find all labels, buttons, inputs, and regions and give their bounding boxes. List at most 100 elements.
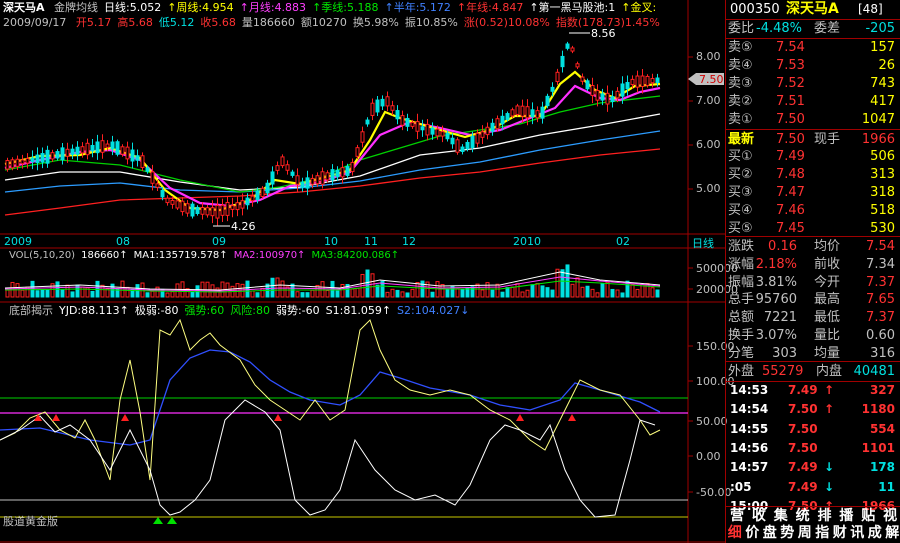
sell-price: 7.51 xyxy=(776,94,805,109)
candle-body xyxy=(495,118,500,130)
candle-body xyxy=(80,146,85,154)
volume-bar xyxy=(550,289,555,298)
function-tab[interactable]: 成 xyxy=(866,524,884,542)
candle-body xyxy=(230,205,235,210)
volume-bar xyxy=(310,289,315,298)
stat-label: 涨跌 xyxy=(728,239,755,254)
function-tab[interactable]: 视 xyxy=(879,507,900,525)
date-label: 2010 xyxy=(513,235,541,248)
date-label: 09 xyxy=(212,235,226,248)
price-axis-label: 8.00 xyxy=(696,50,721,63)
candle-body xyxy=(470,135,475,149)
function-tab[interactable]: 势 xyxy=(779,524,797,542)
main-header-item: ↑第一黑马股池:1 xyxy=(529,1,616,14)
volume-bar xyxy=(385,291,390,298)
function-tab[interactable]: 播 xyxy=(835,507,857,525)
tick-price: 7.50 xyxy=(788,402,818,417)
candle-body xyxy=(585,80,590,90)
period-label[interactable]: 日线 xyxy=(692,235,714,251)
volume-bar xyxy=(515,283,520,298)
candle-body xyxy=(525,106,530,119)
stat-value: 316 xyxy=(870,345,895,361)
stat-value: 2.18% xyxy=(755,256,797,272)
weibi-row: 委比 -4.48% 委差 -205 xyxy=(726,19,900,39)
volume-header-item: MA3:84200.086↑ xyxy=(311,250,400,261)
candle-body xyxy=(155,183,160,188)
price-header-item: 量186660 xyxy=(241,16,295,29)
buy-price: 7.49 xyxy=(776,149,805,164)
candle-body xyxy=(325,172,330,181)
candle-body xyxy=(320,171,325,185)
volume-bar xyxy=(430,291,435,298)
candle-body xyxy=(620,83,625,97)
volume-bar xyxy=(60,289,65,298)
tick-row: 14:56 7.50 1101 xyxy=(726,439,900,458)
candle-body xyxy=(385,96,390,107)
candle-body xyxy=(420,126,425,131)
indicator-header-item: 底部揭示 xyxy=(9,304,53,317)
function-tab[interactable]: 收 xyxy=(748,507,770,525)
volume-bar xyxy=(260,287,265,298)
stat-label: 分笔 xyxy=(728,345,755,361)
function-tab[interactable]: 价 xyxy=(744,524,762,542)
quote-panel: 000350 深天马A [48] 委比 -4.48% 委差 -205 卖⑤ 7.5… xyxy=(725,0,900,543)
main-header-item: ↑金叉: xyxy=(621,1,657,14)
stat-row: 分笔 303 均量 316 xyxy=(726,344,900,363)
buy-row: 买② 7.48 313 xyxy=(726,165,900,184)
volume-bar xyxy=(70,291,75,298)
stat-label: 振幅 xyxy=(728,274,755,290)
sell-row: 卖② 7.51 417 xyxy=(726,92,900,111)
function-tab[interactable]: 盘 xyxy=(761,524,779,542)
quote-title: 000350 深天马A [48] xyxy=(726,0,900,20)
stat-label: 前收 xyxy=(814,256,841,272)
candle-body xyxy=(265,182,270,194)
candle-body xyxy=(630,78,635,85)
volume-bar xyxy=(405,292,410,298)
volume-bar xyxy=(245,280,250,298)
buy-label: 买① xyxy=(728,149,753,164)
volume-bar xyxy=(545,287,550,298)
function-tab[interactable]: 营 xyxy=(726,507,748,525)
stock-code: 000350 xyxy=(730,2,780,17)
function-tab[interactable]: 解 xyxy=(884,524,900,542)
function-tab[interactable]: 财 xyxy=(831,524,849,542)
candle-body xyxy=(250,195,255,202)
function-tab[interactable]: 指 xyxy=(814,524,832,542)
stat-value: 7.37 xyxy=(866,310,895,326)
volume-bar xyxy=(170,291,175,298)
function-tab[interactable]: 周 xyxy=(796,524,814,542)
candle-body xyxy=(55,151,60,159)
candle-body xyxy=(550,86,555,92)
sell-row: 卖④ 7.53 26 xyxy=(726,56,900,75)
buy-price: 7.48 xyxy=(776,167,805,182)
candle-body xyxy=(95,141,100,154)
stat-label: 今开 xyxy=(814,274,841,290)
function-tab[interactable]: 排 xyxy=(814,507,836,525)
candle-body xyxy=(260,187,265,197)
candle-body xyxy=(435,128,440,137)
buy-volume: 518 xyxy=(870,203,895,218)
sell-label: 卖④ xyxy=(728,58,753,73)
function-tab[interactable]: 集 xyxy=(770,507,792,525)
candle-body xyxy=(370,102,375,116)
function-tab[interactable]: 统 xyxy=(792,507,814,525)
volume-bar xyxy=(580,286,585,298)
candle-body xyxy=(650,78,655,84)
stat-label: 总手 xyxy=(728,292,755,308)
tick-volume: 1180 xyxy=(861,402,895,417)
sell-label: 卖⑤ xyxy=(728,40,753,55)
candle-body xyxy=(135,155,140,161)
tick-price: 7.49 xyxy=(788,460,818,475)
volume-bar xyxy=(395,289,400,298)
function-tab[interactable]: 细 xyxy=(726,524,744,542)
buy-label: 买② xyxy=(728,167,753,182)
candle-body xyxy=(280,156,285,167)
sell-volume: 743 xyxy=(870,76,895,91)
volume-bar xyxy=(280,280,285,298)
indicator-footer[interactable]: 股道黄金版 xyxy=(3,513,58,529)
candle-body xyxy=(105,143,110,148)
volume-bar xyxy=(275,277,280,298)
volume-bar xyxy=(250,290,255,298)
function-tab[interactable]: 讯 xyxy=(849,524,867,542)
function-tab[interactable]: 贴 xyxy=(857,507,879,525)
